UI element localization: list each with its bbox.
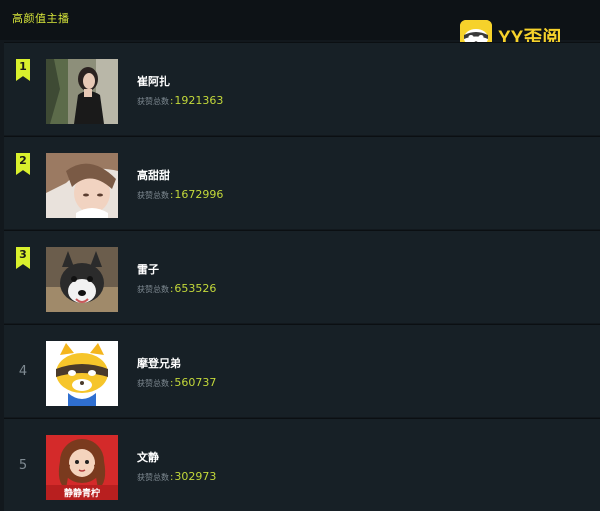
rank-badge: 3 xyxy=(16,247,30,269)
count-label: 获赞总数 xyxy=(137,285,169,294)
count-label: 获赞总数 xyxy=(137,97,169,106)
avatar-caption: 静静青柠 xyxy=(64,487,100,499)
count-value: 1921363 xyxy=(174,94,224,107)
anchor-name[interactable]: 文静 xyxy=(137,449,159,465)
list-item[interactable]: 2 高甜甜 获赞总数 : 1672996 xyxy=(4,136,600,229)
like-count: 获赞总数 : 1921363 xyxy=(137,94,224,107)
list-item[interactable]: 4 摩登兄弟 获赞总数 : 560737 xyxy=(4,324,600,417)
count-value: 653526 xyxy=(174,282,217,295)
list-item[interactable]: 3 雷子 获赞总数 : 653526 xyxy=(4,230,600,323)
avatar[interactable] xyxy=(46,341,118,406)
rank-badge: 2 xyxy=(16,153,30,175)
count-value: 302973 xyxy=(174,470,217,483)
avatar[interactable]: 静静青柠 xyxy=(46,435,118,500)
like-count: 获赞总数 : 302973 xyxy=(137,470,217,483)
count-value: 560737 xyxy=(174,376,217,389)
like-count: 获赞总数 : 560737 xyxy=(137,376,217,389)
list-item[interactable]: 5 静静青柠 文静 获赞总数 : 302973 xyxy=(4,418,600,511)
rank-number: 4 xyxy=(18,364,28,379)
like-count: 获赞总数 : 653526 xyxy=(137,282,217,295)
count-label: 获赞总数 xyxy=(137,191,169,200)
rank-badge: 1 xyxy=(16,59,30,81)
avatar[interactable] xyxy=(46,247,118,312)
board-title: 高颜值主播 xyxy=(12,12,70,25)
anchor-name[interactable]: 雷子 xyxy=(137,261,159,277)
list-item[interactable]: 1 崔阿扎 获赞总数 : 1921363 xyxy=(4,42,600,135)
anchor-name[interactable]: 高甜甜 xyxy=(137,167,170,183)
anchor-name[interactable]: 摩登兄弟 xyxy=(137,355,181,371)
rank-number: 5 xyxy=(18,458,28,473)
like-count: 获赞总数 : 1672996 xyxy=(137,188,224,201)
count-value: 1672996 xyxy=(174,188,224,201)
count-label: 获赞总数 xyxy=(137,473,169,482)
anchor-name[interactable]: 崔阿扎 xyxy=(137,73,170,89)
count-label: 获赞总数 xyxy=(137,379,169,388)
avatar[interactable] xyxy=(46,153,118,218)
avatar[interactable] xyxy=(46,59,118,124)
